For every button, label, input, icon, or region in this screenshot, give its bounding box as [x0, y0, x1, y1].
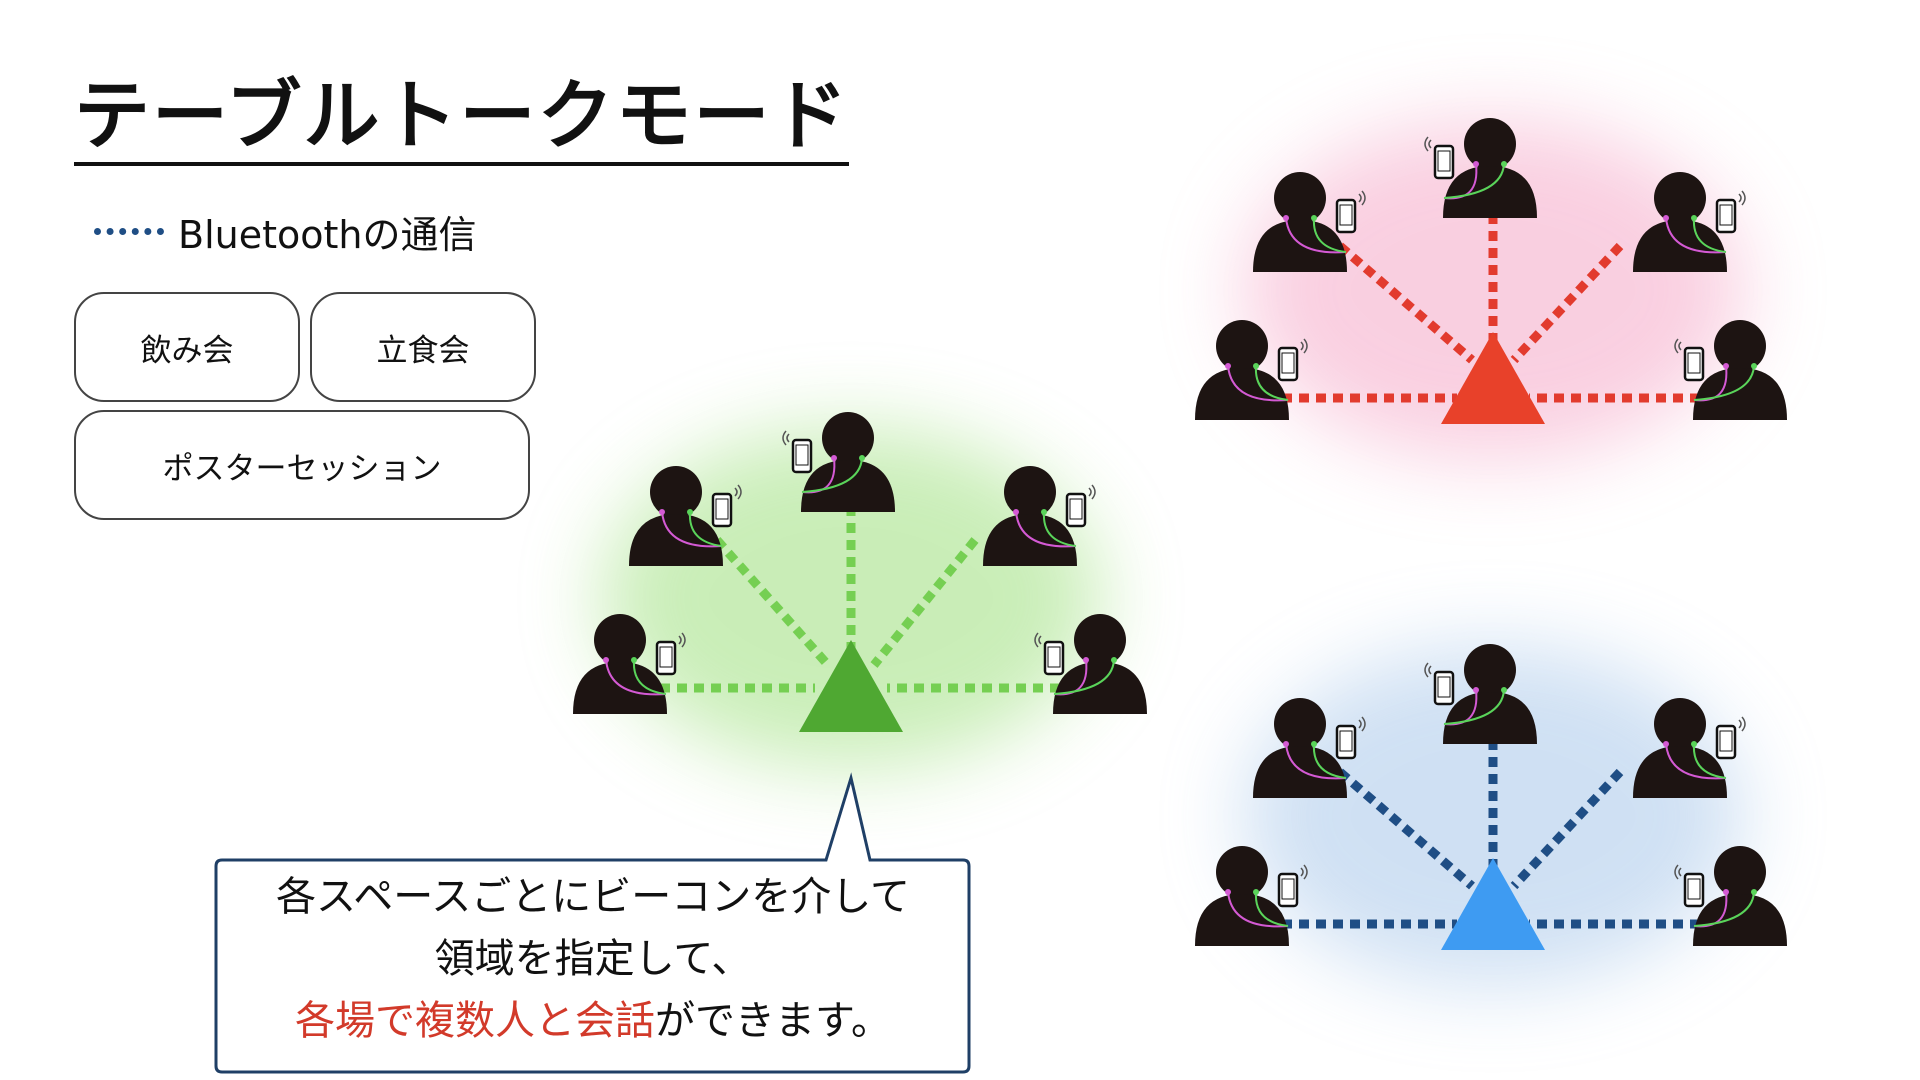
- smartphone-icon: [1715, 716, 1746, 760]
- callout-line-1: 各スペースごとにビーコンを介して: [276, 874, 910, 920]
- callout-line-2: 領域を指定して、: [434, 936, 752, 982]
- smartphone-icon: [1715, 190, 1746, 234]
- callout-text: 各スペースごとにビーコンを介して 領域を指定して、 各場で複数人と会話ができます…: [214, 866, 972, 1052]
- callout-line-3-rest: ができます。: [655, 998, 891, 1044]
- callout-highlight: 各場で複数人と会話: [295, 998, 655, 1044]
- smartphone-icon: [1065, 484, 1096, 528]
- callout-line-3: 各場で複数人と会話ができます。: [214, 990, 972, 1052]
